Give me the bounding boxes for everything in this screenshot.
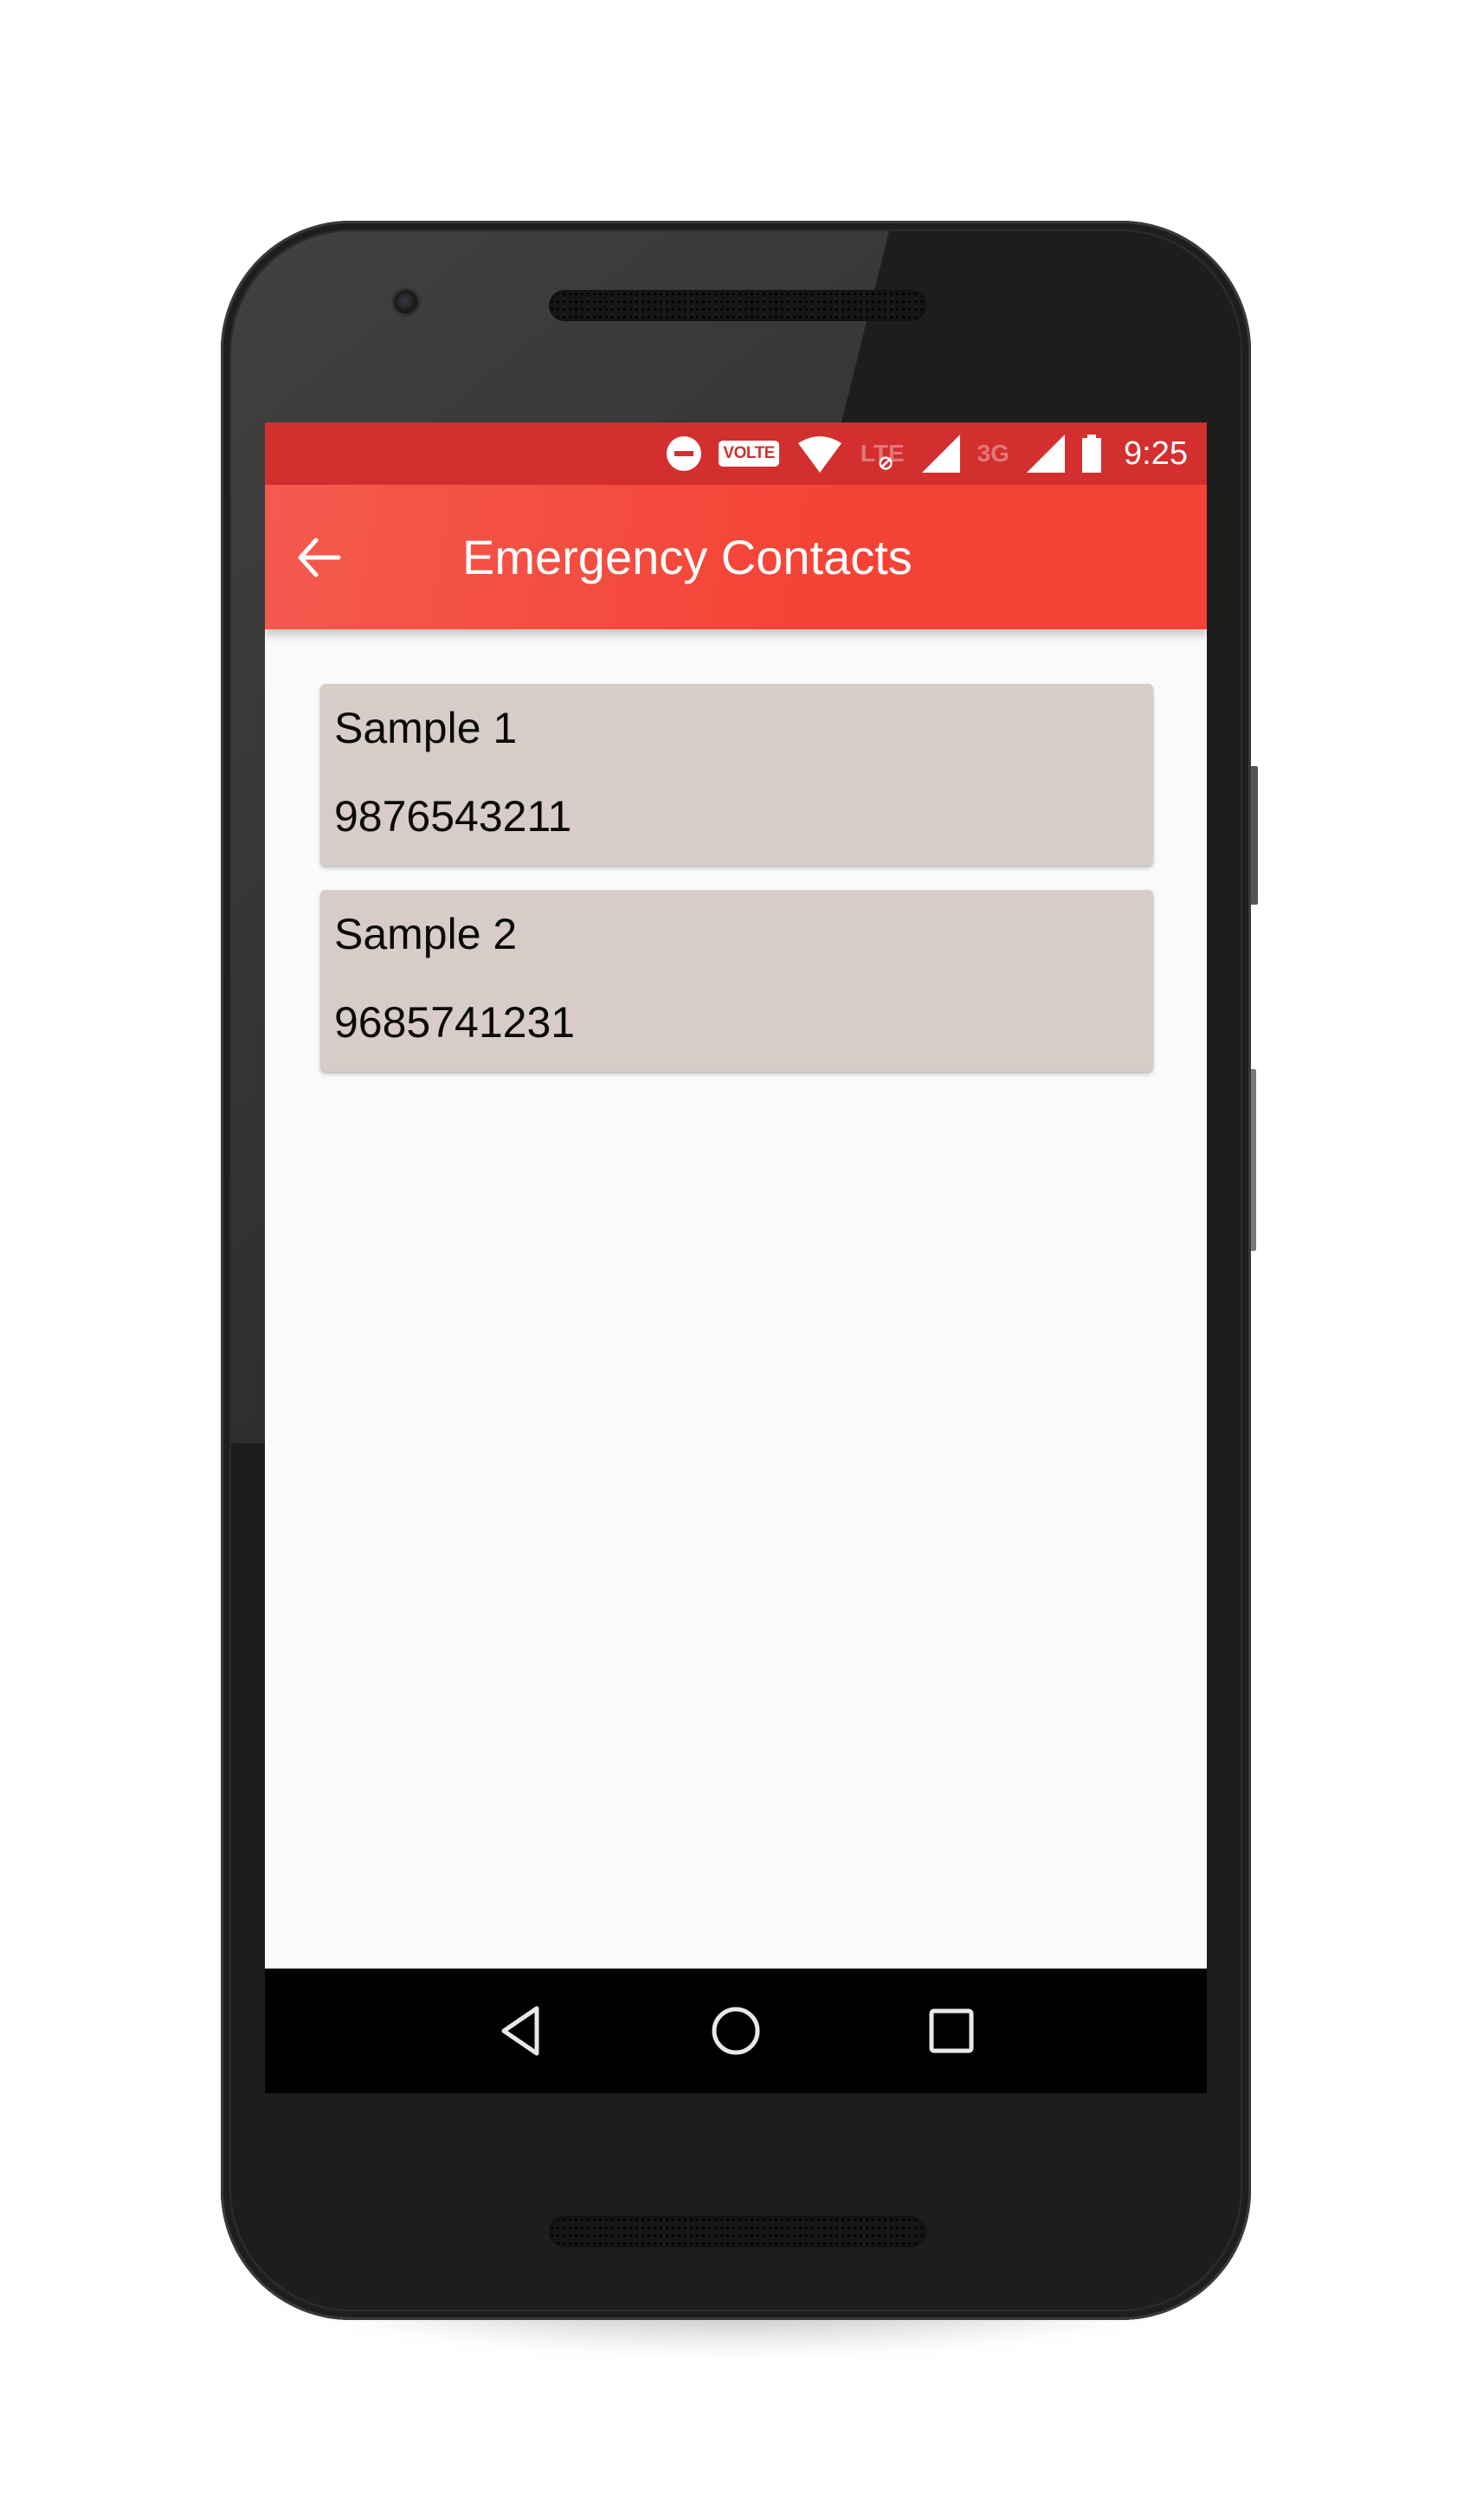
back-triangle-icon [501,2006,539,2056]
lte-disabled-icon: LTE ⊘ [861,440,905,474]
front-camera [394,290,418,314]
clock: 9:25 [1124,435,1188,472]
back-button[interactable] [272,510,367,605]
nav-recents-button[interactable] [904,1983,999,2079]
signal-icon [1027,435,1066,473]
do-not-disturb-icon [667,436,702,471]
3g-icon: 3G [977,440,1010,467]
status-bar: VOLTE LTE ⊘ 3G 9:25 [265,422,1207,485]
nav-home-button[interactable] [688,1983,783,2079]
volte-icon: VOLTE [719,441,779,467]
battery-icon [1082,435,1102,473]
signal-icon [921,435,960,473]
contact-name: Sample 1 [334,704,518,752]
contact-phone: 9876543211 [334,792,572,841]
app-bar: Emergency Contacts [265,485,1207,629]
contact-card[interactable]: Sample 2 9685741231 [320,890,1153,1072]
contacts-list: Sample 1 9876543211 Sample 2 9685741231 [265,629,1207,2093]
home-circle-icon [712,2007,760,2055]
top-speaker-grille [549,290,926,321]
bottom-speaker-grille [549,2216,926,2247]
arrow-back-icon [298,538,341,577]
contact-card[interactable]: Sample 1 9876543211 [320,684,1153,866]
blocked-icon: ⊘ [877,452,894,474]
wifi-icon [796,435,843,473]
navigation-bar [265,1969,1207,2093]
contact-phone: 9685741231 [334,998,576,1047]
nav-back-button[interactable] [473,1983,568,2079]
page-title: Emergency Contacts [462,530,912,584]
device-screen: VOLTE LTE ⊘ 3G 9:25 Emergency Contacts S… [265,422,1207,2093]
contact-name: Sample 2 [334,910,518,958]
recents-square-icon [929,2008,974,2053]
